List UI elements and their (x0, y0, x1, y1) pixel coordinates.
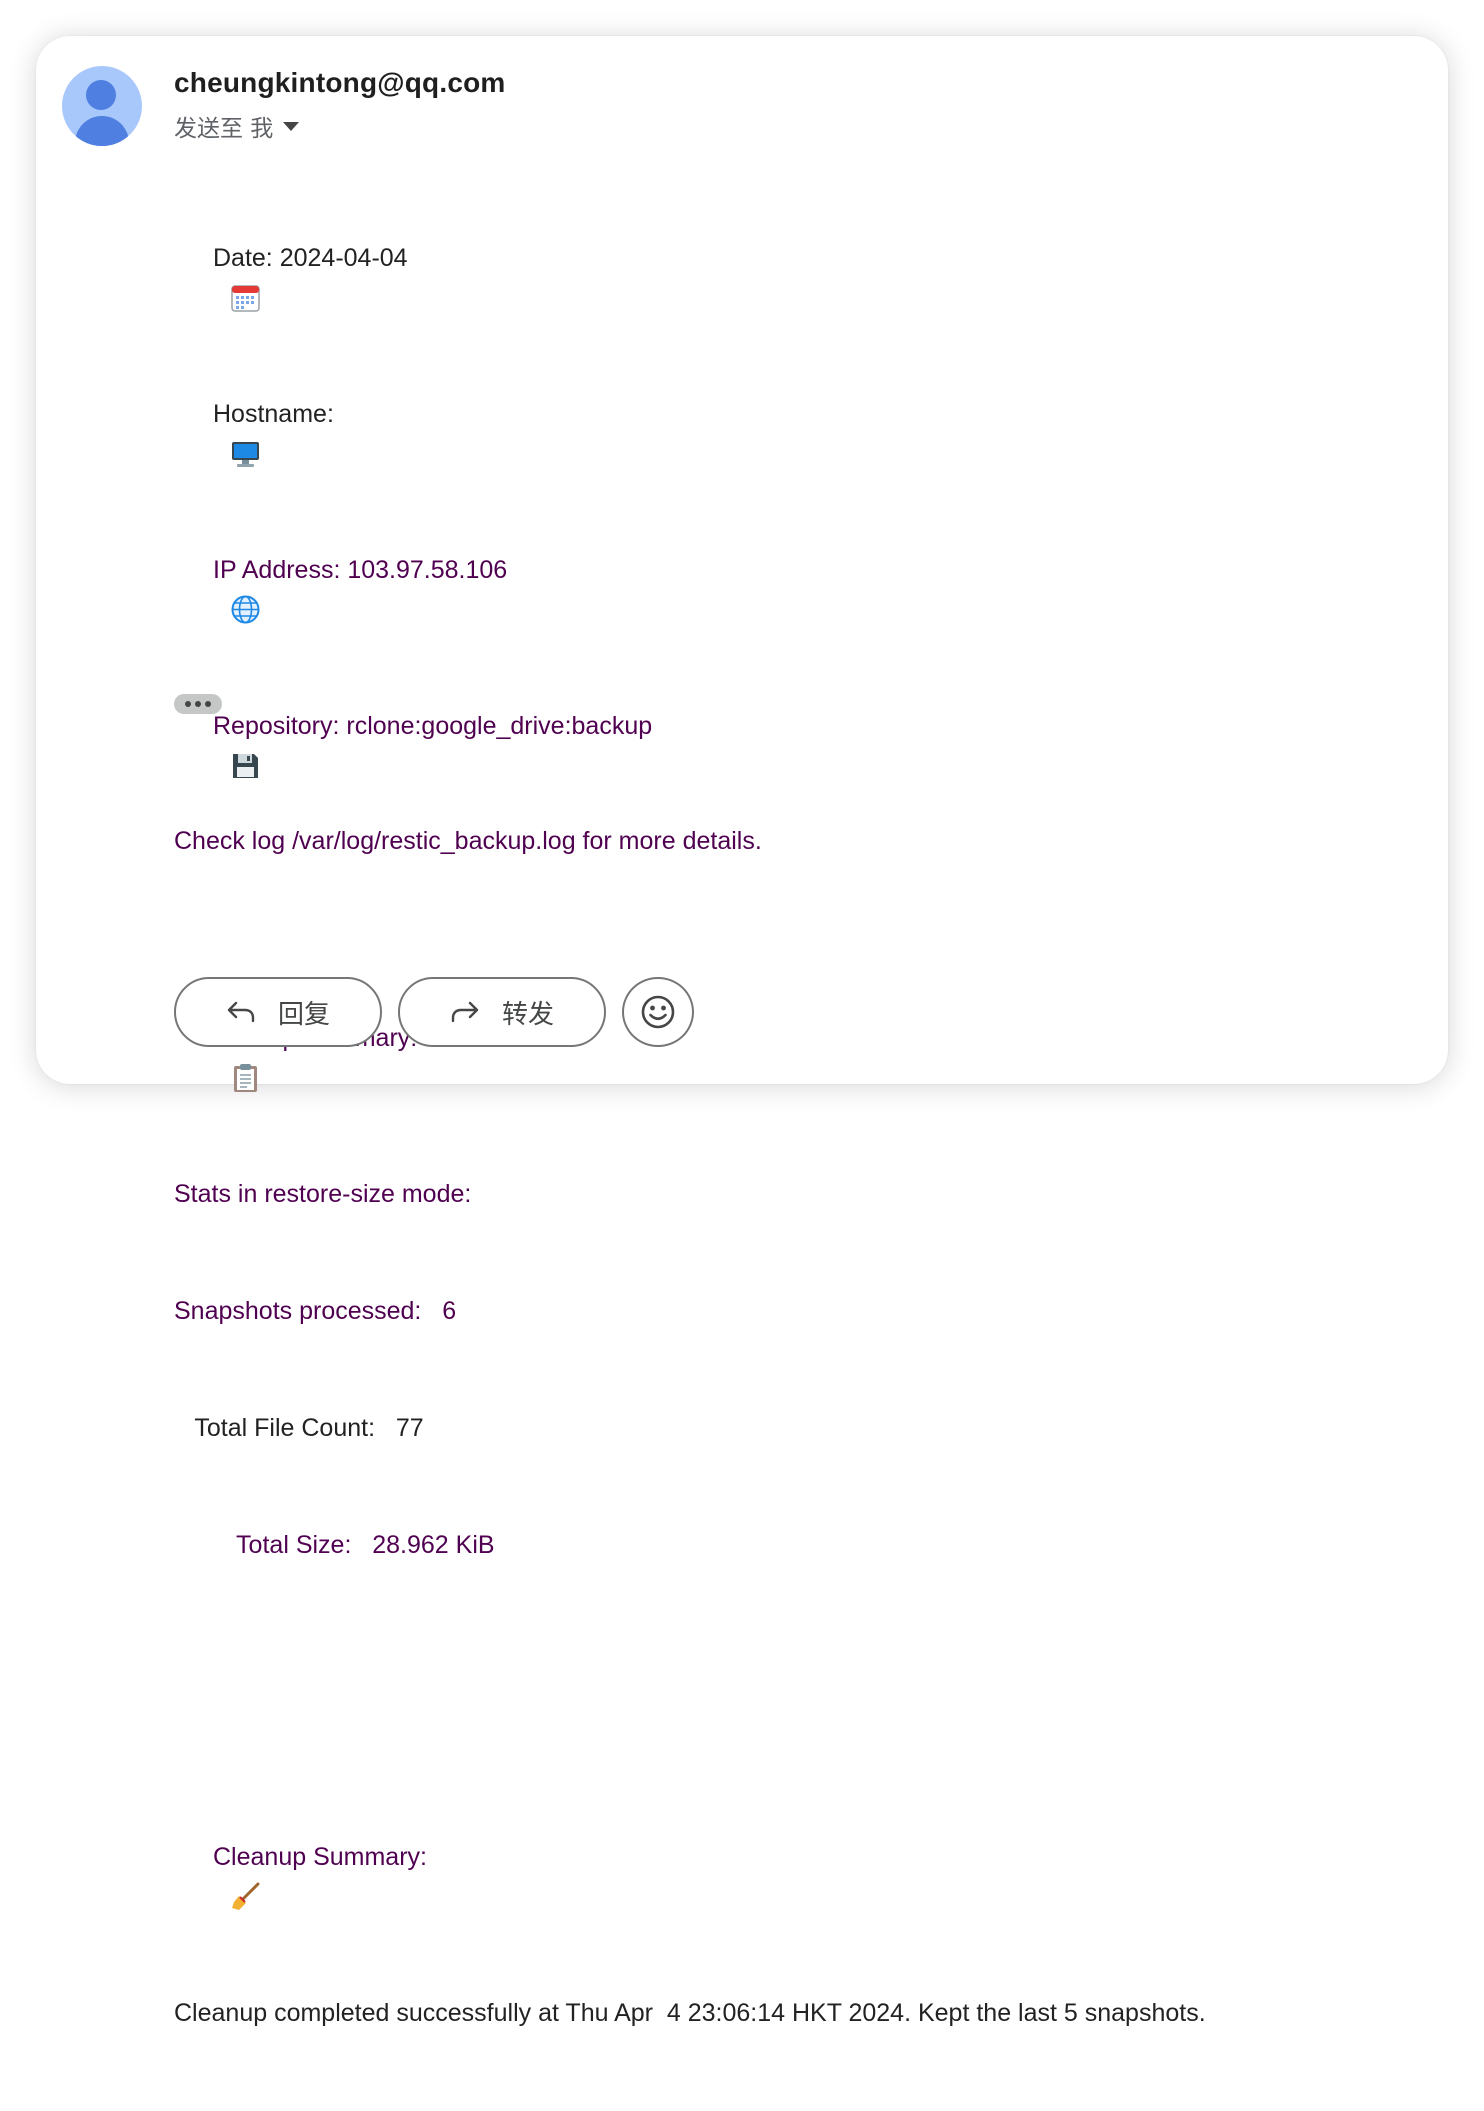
smiley-face-icon (641, 995, 675, 1029)
ip-address-line: IP Address: 103.97.58.106 (174, 551, 1206, 624)
email-message-card: cheungkintong@qq.com 发送至 我 Date: 2024-04… (36, 36, 1448, 2027)
recipient-details-toggle[interactable]: 发送至 我 (174, 109, 300, 143)
dot (195, 701, 201, 707)
broom-icon (174, 1842, 260, 1910)
stats-mode-line: Stats in restore-size mode: (174, 1180, 472, 1208)
ip-address-text: IP Address: 103.97.58.106 (213, 556, 508, 584)
sender-email[interactable]: cheungkintong@qq.com (174, 67, 506, 99)
avatar-head-shape (86, 80, 116, 110)
floppy-disk-icon (174, 711, 258, 778)
sender-avatar[interactable] (62, 66, 142, 146)
cleanup-summary-line: Cleanup Summary: (174, 1838, 1206, 1910)
desktop-computer-icon (174, 399, 259, 467)
cleanup-message-line: Cleanup completed successfully at Thu Ap… (174, 1999, 1206, 2027)
repository-line: Repository: rclone:google_drive:backup (174, 707, 1206, 778)
footer-log-text: Check log /var/log/restic_backup.log for… (174, 827, 762, 855)
hostname-line: Hostname: (174, 395, 1206, 467)
reply-label: 回复 (277, 999, 330, 1030)
calendar-icon (174, 243, 260, 312)
dot (185, 701, 191, 707)
date-line: Date: 2024-04-04 (174, 239, 1206, 312)
recipient-label: 发送至 我 (174, 116, 274, 142)
globe-icon (174, 555, 260, 624)
avatar-body-shape (75, 116, 129, 146)
dot (205, 701, 211, 707)
forward-arrow-icon (451, 1001, 479, 1023)
date-text: Date: 2024-04-04 (213, 244, 408, 272)
total-file-count-line: Total File Count: 77 (174, 1414, 424, 1442)
chevron-down-icon[interactable] (283, 121, 300, 131)
forward-button[interactable]: 转发 (398, 977, 606, 1047)
hostname-text: Hostname: (213, 400, 334, 428)
emoji-reaction-button[interactable] (622, 977, 694, 1047)
cleanup-summary-title: Cleanup Summary: (213, 1843, 427, 1871)
total-size-line: Total Size: 28.962 KiB (174, 1531, 495, 1559)
show-trimmed-content-button[interactable] (174, 694, 222, 714)
email-body: Date: 2024-04-04 Hostname: IP Address: 1… (174, 161, 1206, 2111)
snapshots-processed-line: Snapshots processed: 6 (174, 1297, 457, 1325)
reply-arrow-icon (227, 1001, 255, 1023)
forward-label: 转发 (501, 999, 554, 1030)
repository-text: Repository: rclone:google_drive:backup (213, 712, 653, 740)
reply-button[interactable]: 回复 (174, 977, 382, 1047)
